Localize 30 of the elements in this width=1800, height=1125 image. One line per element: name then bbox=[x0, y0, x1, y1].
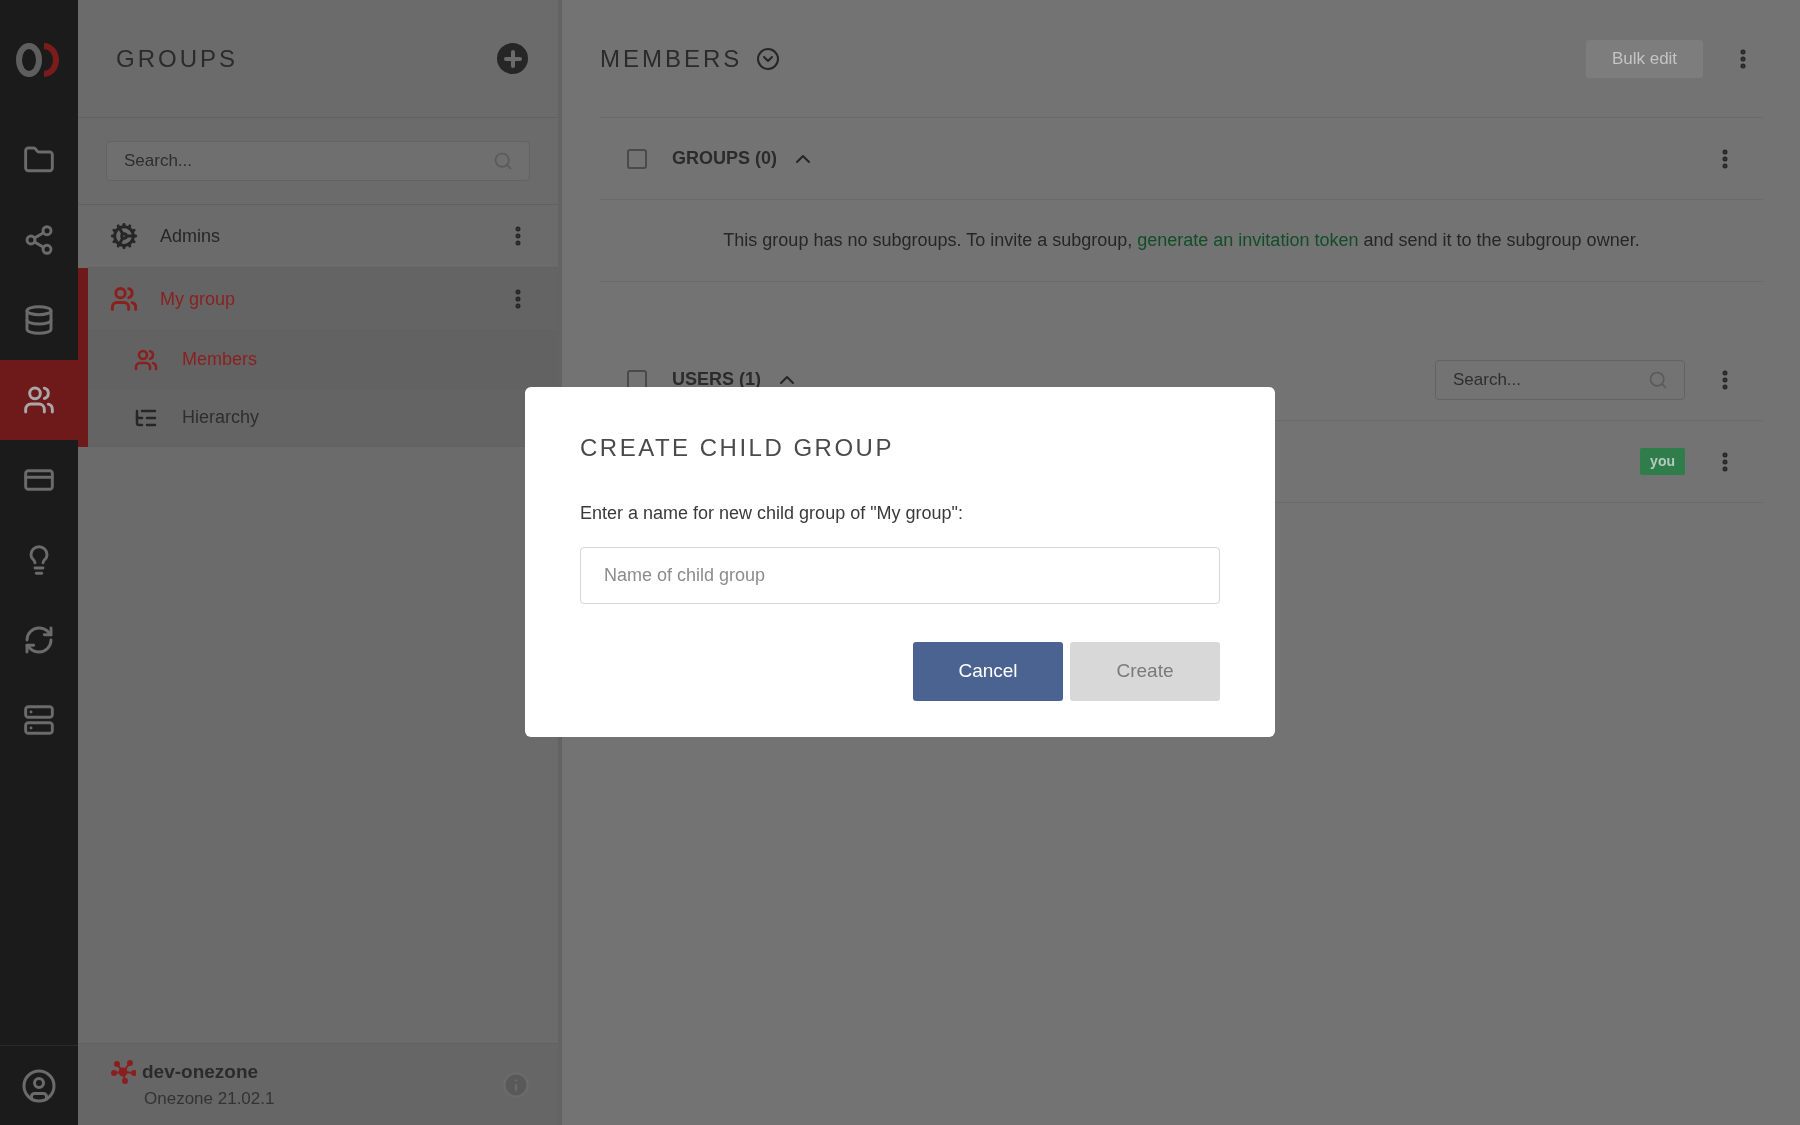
add-button[interactable] bbox=[497, 43, 528, 74]
empty-message: This group has no subgroups. To invite a subgroup, generate an invitation token and send it to the subgroup owner. bbox=[723, 229, 1640, 252]
cluster-icon bbox=[110, 1059, 136, 1084]
nav-item[interactable] bbox=[0, 360, 78, 440]
user-avatar-icon[interactable] bbox=[21, 1067, 57, 1104]
groups-icon bbox=[23, 384, 55, 416]
zone-name: dev-onezone bbox=[142, 1059, 259, 1084]
share-icon bbox=[23, 224, 55, 256]
group-name: My group bbox=[160, 287, 237, 311]
modal-title: CREATE CHILD GROUP bbox=[580, 433, 895, 463]
group-name: Admins bbox=[160, 224, 222, 248]
modal-label: Enter a name for new child group of "My group": bbox=[580, 502, 964, 525]
server-icon bbox=[23, 704, 55, 736]
group-name-input[interactable]: Name of child group bbox=[580, 547, 1220, 604]
search-icon bbox=[1648, 369, 1668, 390]
search-field[interactable]: Search... bbox=[1435, 359, 1685, 400]
section-title: GROUPS (0) bbox=[672, 147, 777, 170]
users-icon bbox=[134, 347, 158, 372]
invitation-link[interactable]: generate an invitation token bbox=[1137, 230, 1359, 250]
you-badge: you bbox=[1640, 448, 1685, 475]
search-field[interactable]: Search... bbox=[106, 141, 530, 181]
dialog-button[interactable]: Cancel bbox=[913, 642, 1063, 701]
page-title: MEMBERS bbox=[600, 43, 743, 74]
checkbox[interactable] bbox=[627, 148, 647, 169]
database-icon bbox=[23, 304, 55, 336]
logo-icon bbox=[16, 42, 62, 78]
dropdown-icon[interactable] bbox=[756, 46, 781, 71]
panel-title: GROUPS bbox=[116, 43, 238, 74]
users-icon bbox=[110, 285, 138, 313]
subitem-label: Members bbox=[182, 348, 257, 371]
